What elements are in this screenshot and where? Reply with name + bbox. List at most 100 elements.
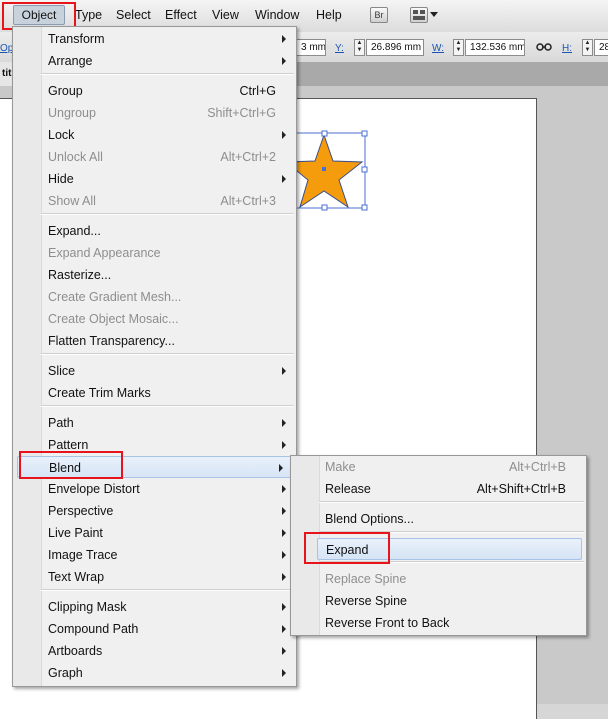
menu-item-label: Arrange xyxy=(48,54,93,68)
menu-item-label: Pattern xyxy=(48,438,89,452)
menu-item-label: Clipping Mask xyxy=(48,600,127,614)
menu-separator xyxy=(41,353,294,355)
submenu-arrow-icon xyxy=(282,573,286,581)
object-menu: Transform Arrange Group Ctrl+G Ungroup Shift+… xyxy=(12,26,297,687)
menu-select[interactable]: Select xyxy=(116,8,151,22)
menu-separator xyxy=(41,213,294,215)
chevron-down-icon[interactable] xyxy=(430,12,438,17)
menu-item-show-all[interactable]: Show All Alt+Ctrl+3 xyxy=(13,190,296,212)
menu-item-label: Show All xyxy=(48,194,96,208)
x-field[interactable]: 3 mm xyxy=(296,39,326,56)
menu-item-label: Text Wrap xyxy=(48,570,105,584)
menu-item-rasterize[interactable]: Rasterize... xyxy=(13,264,296,286)
submenu-arrow-icon xyxy=(282,367,286,375)
menu-view[interactable]: View xyxy=(212,8,239,22)
blend-item-reverse-spine[interactable]: Reverse Spine xyxy=(291,590,586,612)
link-icon[interactable] xyxy=(536,40,552,57)
menu-item-label: Create Trim Marks xyxy=(48,386,151,400)
menu-item-shortcut: Alt+Shift+Ctrl+B xyxy=(476,482,566,496)
menu-item-label: Perspective xyxy=(48,504,114,518)
menu-item-create-gradient-mesh[interactable]: Create Gradient Mesh... xyxy=(13,286,296,308)
menu-item-envelope-distort[interactable]: Envelope Distort xyxy=(13,478,296,500)
menu-effect[interactable]: Effect xyxy=(165,8,197,22)
menu-item-label: Group xyxy=(48,84,83,98)
menu-item-group[interactable]: Group Ctrl+G xyxy=(13,80,296,102)
menu-item-clipping-mask[interactable]: Clipping Mask xyxy=(13,596,296,618)
bridge-button[interactable]: Br xyxy=(370,7,388,23)
menu-separator xyxy=(41,589,294,591)
submenu-arrow-icon xyxy=(279,464,283,472)
menu-item-unlock-all[interactable]: Unlock All Alt+Ctrl+2 xyxy=(13,146,296,168)
menu-item-label: Reverse Spine xyxy=(325,594,407,608)
submenu-arrow-icon xyxy=(282,507,286,515)
submenu-arrow-icon xyxy=(282,669,286,677)
submenu-arrow-icon xyxy=(282,419,286,427)
menu-window[interactable]: Window xyxy=(255,8,299,22)
menu-item-label: Artboards xyxy=(48,644,103,658)
blend-item-make[interactable]: Make Alt+Ctrl+B xyxy=(291,456,586,478)
w-field[interactable]: 132.536 mm xyxy=(465,39,525,56)
blend-item-blend-options[interactable]: Blend Options... xyxy=(291,508,586,530)
submenu-arrow-icon xyxy=(282,441,286,449)
menu-item-shortcut: Alt+Ctrl+B xyxy=(509,460,566,474)
w-stepper[interactable]: ▲ ▼ xyxy=(453,39,464,56)
menu-item-graph[interactable]: Graph xyxy=(13,662,296,684)
menu-item-label: Rasterize... xyxy=(48,268,112,282)
menu-item-shortcut: Alt+Ctrl+2 xyxy=(220,150,276,164)
y-label[interactable]: Y: xyxy=(335,43,344,54)
menu-item-label: Path xyxy=(48,416,74,430)
menu-item-arrange[interactable]: Arrange xyxy=(13,50,296,72)
submenu-arrow-icon xyxy=(282,551,286,559)
h-stepper[interactable]: ▲ ▼ xyxy=(582,39,593,56)
menu-item-expand-appearance[interactable]: Expand Appearance xyxy=(13,242,296,264)
menu-item-image-trace[interactable]: Image Trace xyxy=(13,544,296,566)
menu-separator xyxy=(41,73,294,75)
blend-item-replace-spine[interactable]: Replace Spine xyxy=(291,568,586,590)
menu-item-label: Transform xyxy=(48,32,105,46)
menu-item-label: Release xyxy=(325,482,371,496)
menu-type[interactable]: Type xyxy=(75,8,102,22)
menu-help[interactable]: Help xyxy=(316,8,342,22)
menu-item-label: Create Object Mosaic... xyxy=(48,312,179,326)
menu-separator xyxy=(41,405,294,407)
menu-item-compound-path[interactable]: Compound Path xyxy=(13,618,296,640)
highlight-expand-item xyxy=(304,532,390,564)
menu-item-create-trim-marks[interactable]: Create Trim Marks xyxy=(13,382,296,404)
menu-item-artboards[interactable]: Artboards xyxy=(13,640,296,662)
menu-item-shortcut: Ctrl+G xyxy=(239,84,276,98)
submenu-arrow-icon xyxy=(282,485,286,493)
highlight-blend-item xyxy=(19,451,123,479)
submenu-arrow-icon xyxy=(282,35,286,43)
blend-item-reverse-front-to-back[interactable]: Reverse Front to Back xyxy=(291,612,586,634)
menu-item-shortcut: Alt+Ctrl+3 xyxy=(220,194,276,208)
menu-item-hide[interactable]: Hide xyxy=(13,168,296,190)
menu-item-lock[interactable]: Lock xyxy=(13,124,296,146)
h-field[interactable]: 28 xyxy=(594,39,608,56)
menu-item-slice[interactable]: Slice xyxy=(13,360,296,382)
h-label[interactable]: H: xyxy=(562,43,572,54)
menu-item-perspective[interactable]: Perspective xyxy=(13,500,296,522)
menu-item-flatten-transparency[interactable]: Flatten Transparency... xyxy=(13,330,296,352)
menu-item-path[interactable]: Path xyxy=(13,412,296,434)
menu-item-label: Compound Path xyxy=(48,622,139,636)
menu-item-label: Flatten Transparency... xyxy=(48,334,175,348)
submenu-arrow-icon xyxy=(282,625,286,633)
menu-item-transform[interactable]: Transform xyxy=(13,28,296,50)
menu-item-text-wrap[interactable]: Text Wrap xyxy=(13,566,296,588)
blend-item-release[interactable]: Release Alt+Shift+Ctrl+B xyxy=(291,478,586,500)
menu-item-expand[interactable]: Expand... xyxy=(13,220,296,242)
menu-item-label: Slice xyxy=(48,364,76,378)
menu-item-shortcut: Shift+Ctrl+G xyxy=(207,106,276,120)
arrange-documents-icon[interactable] xyxy=(410,7,428,23)
y-stepper[interactable]: ▲ ▼ xyxy=(354,39,365,56)
menu-item-label: Graph xyxy=(48,666,83,680)
w-label[interactable]: W: xyxy=(432,43,444,54)
submenu-arrow-icon xyxy=(282,647,286,655)
menu-item-ungroup[interactable]: Ungroup Shift+Ctrl+G xyxy=(13,102,296,124)
y-field[interactable]: 26.896 mm xyxy=(366,39,424,56)
menu-item-live-paint[interactable]: Live Paint xyxy=(13,522,296,544)
menu-item-create-object-mosaic[interactable]: Create Object Mosaic... xyxy=(13,308,296,330)
menu-item-label: Image Trace xyxy=(48,548,118,562)
menu-item-label: Unlock All xyxy=(48,150,103,164)
menu-item-label: Hide xyxy=(48,172,74,186)
